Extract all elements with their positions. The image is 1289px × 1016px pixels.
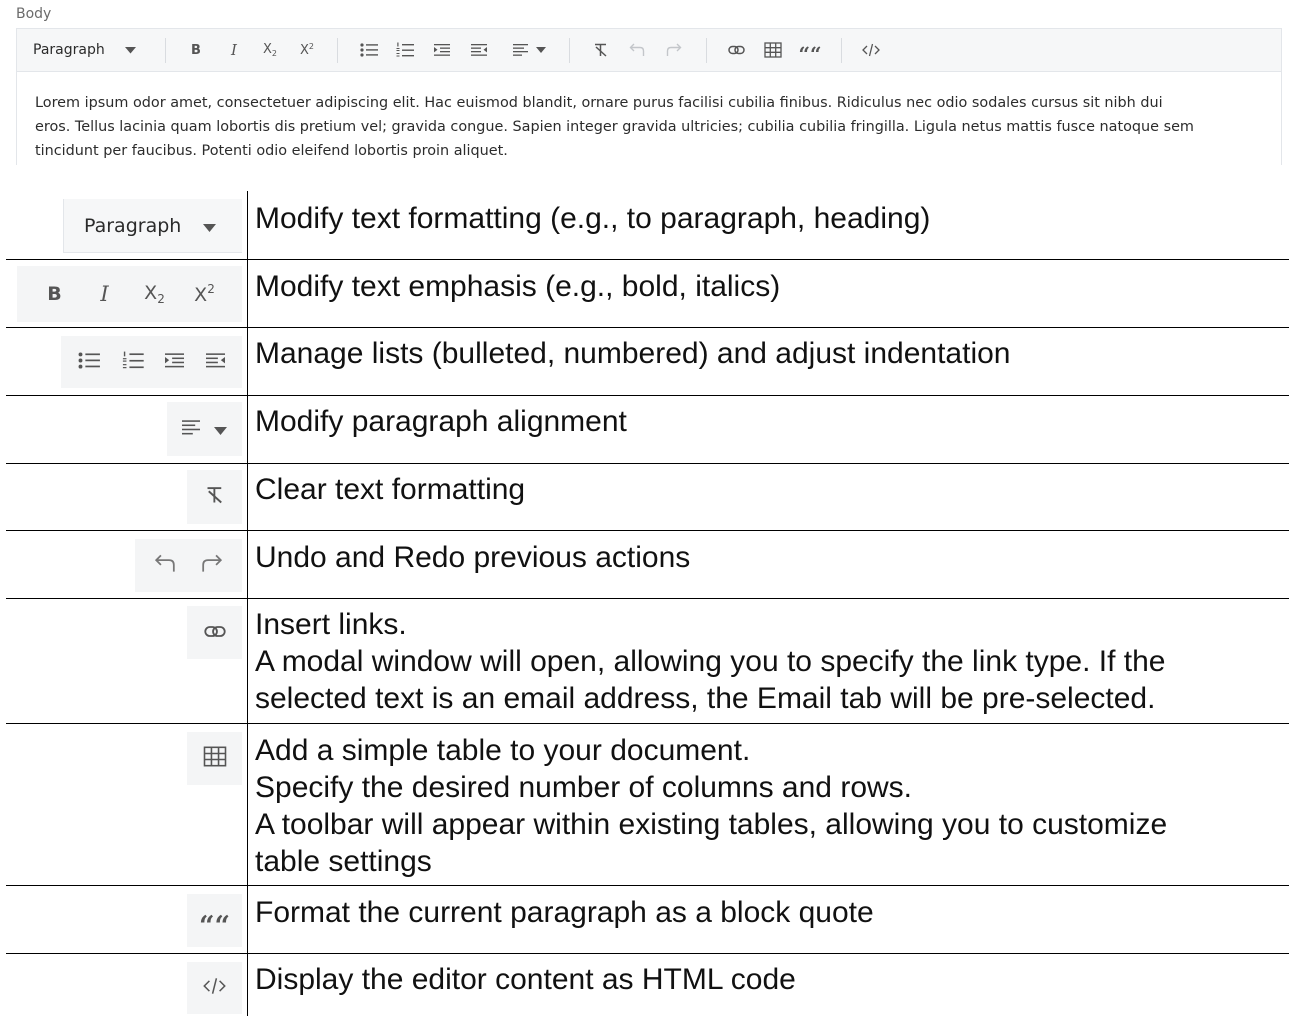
link-icon	[727, 45, 745, 55]
lists-snippet	[61, 336, 242, 388]
editor-toolbar: Paragraph B I X2 X2 ““	[17, 29, 1281, 72]
guide-row-description: Undo and Redo previous actions	[255, 541, 691, 574]
guide-row-description: Add a simple table to your document. Spe…	[255, 734, 1168, 878]
format-select-value: Paragraph	[33, 42, 105, 58]
code-view-snippet	[187, 962, 242, 1014]
clear-format-snippet	[187, 470, 242, 524]
guide-row-description: Modify text emphasis (e.g., bold, italic…	[255, 270, 781, 303]
bold-button[interactable]: B	[183, 29, 209, 71]
blockquote-snippet: ““	[187, 894, 242, 947]
bulleted-list-icon	[360, 43, 378, 57]
superscript-icon: X2	[300, 42, 314, 58]
guide-row-description: Clear text formatting	[255, 473, 526, 506]
blockquote-icon: ““	[798, 42, 822, 66]
indent-button[interactable]	[428, 29, 456, 71]
subscript-button[interactable]: X2	[257, 29, 283, 71]
blockquote-icon: ““	[198, 911, 231, 942]
guide-row-description: Display the editor content as HTML code	[255, 963, 796, 996]
caret-down-icon	[124, 46, 136, 54]
row-divider	[6, 598, 1289, 599]
undo-redo-snippet	[135, 539, 242, 592]
bold-icon: B	[191, 42, 201, 58]
toolbar-divider	[569, 38, 570, 63]
editor-text-line: tincidunt per faucibus. Potenti odio ele…	[35, 143, 508, 159]
italic-icon: I	[231, 41, 237, 59]
row-divider	[6, 327, 1289, 328]
caret-down-icon	[535, 47, 546, 53]
row-divider	[6, 395, 1289, 396]
code-view-button[interactable]	[857, 29, 885, 71]
redo-icon	[201, 554, 223, 577]
table-column-divider	[247, 191, 248, 1016]
subscript-icon: X2	[263, 42, 277, 58]
editor-content[interactable]: Lorem ipsum odor amet, consectetuer adip…	[17, 72, 1281, 163]
undo-button[interactable]	[623, 29, 651, 71]
guide-row-description: Insert links. A modal window will open, …	[255, 608, 1166, 715]
indent-icon	[165, 352, 185, 372]
emphasis-snippet: B I X2 X2	[17, 266, 242, 322]
row-divider	[6, 259, 1289, 260]
italic-icon: I	[100, 282, 109, 306]
outdent-icon	[471, 44, 487, 56]
superscript-button[interactable]: X2	[294, 29, 320, 71]
subscript-icon: X2	[144, 282, 165, 306]
clear-format-button[interactable]	[587, 29, 615, 71]
row-divider	[6, 530, 1289, 531]
table-icon	[203, 746, 227, 771]
guide-row-description: Manage lists (bulleted, numbered) and ad…	[255, 337, 1011, 370]
toolbar-divider	[706, 38, 707, 63]
blockquote-button[interactable]: ““	[796, 29, 824, 71]
row-divider	[6, 463, 1289, 464]
outdent-button[interactable]	[465, 29, 493, 71]
code-icon	[203, 977, 226, 999]
align-left-icon	[182, 419, 200, 439]
caret-down-icon	[203, 215, 217, 237]
align-left-icon	[512, 44, 528, 56]
italic-button[interactable]: I	[221, 29, 247, 71]
guide-row-description: Modify text formatting (e.g., to paragra…	[255, 202, 931, 235]
outdent-icon	[206, 352, 226, 372]
format-select[interactable]: Paragraph	[25, 29, 153, 71]
caret-down-icon	[214, 420, 227, 439]
format-select-snippet: Paragraph	[63, 199, 242, 253]
link-icon	[203, 623, 226, 642]
guide-row-description: Format the current paragraph as a block …	[255, 896, 874, 929]
editor-text-line: eros. Tellus lacinia quam lobortis dis p…	[35, 119, 1194, 135]
field-label: Body	[16, 6, 52, 22]
alignment-dropdown[interactable]	[503, 29, 555, 71]
code-icon	[862, 43, 880, 57]
row-divider	[6, 953, 1289, 954]
bulleted-list-button[interactable]	[355, 29, 383, 71]
bold-icon: B	[47, 283, 62, 305]
table-snippet	[187, 732, 242, 785]
toolbar-divider	[337, 38, 338, 63]
numbered-list-button[interactable]	[391, 29, 419, 71]
toolbar-divider	[841, 38, 842, 63]
toolbar-divider	[165, 38, 166, 63]
redo-icon	[666, 43, 682, 57]
bulleted-list-icon	[78, 351, 100, 373]
rich-text-editor: Paragraph B I X2 X2 ““ Lorem ipsum odor …	[16, 28, 1282, 165]
undo-icon	[154, 554, 176, 577]
alignment-snippet	[167, 402, 242, 456]
indent-icon	[434, 44, 450, 56]
guide-row-description: Modify paragraph alignment	[255, 405, 627, 438]
clear-format-icon	[593, 43, 609, 57]
link-snippet	[187, 606, 242, 659]
superscript-icon: X2	[194, 282, 215, 306]
numbered-list-icon	[396, 42, 414, 58]
undo-icon	[629, 43, 645, 57]
row-divider	[6, 723, 1289, 724]
format-select-value: Paragraph	[84, 214, 182, 237]
row-divider	[6, 885, 1289, 886]
editor-text-line: Lorem ipsum odor amet, consectetuer adip…	[35, 95, 1163, 111]
redo-button[interactable]	[660, 29, 688, 71]
clear-format-icon	[205, 486, 225, 508]
table-button[interactable]	[759, 29, 787, 71]
numbered-list-icon	[122, 351, 144, 374]
table-icon	[764, 42, 782, 58]
link-button[interactable]	[722, 29, 750, 71]
